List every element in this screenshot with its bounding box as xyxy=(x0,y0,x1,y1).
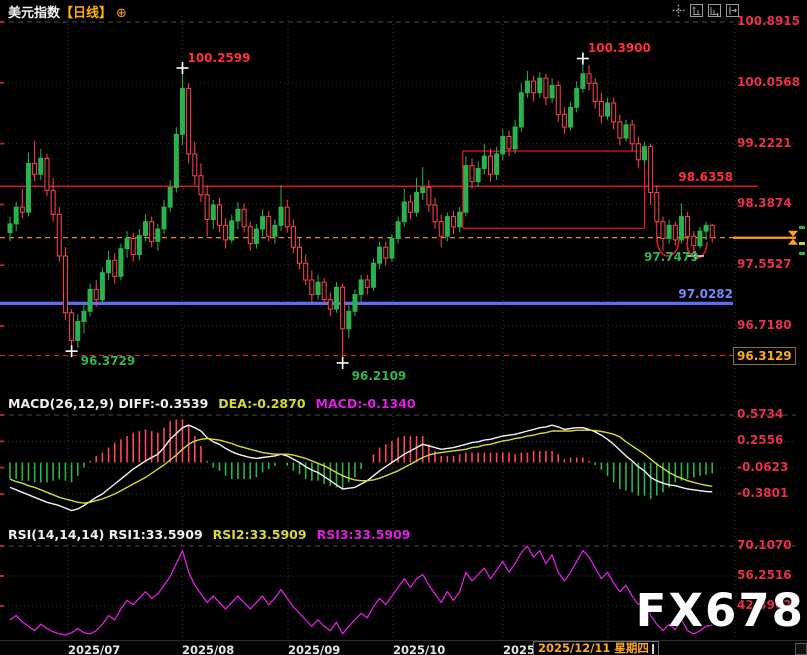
price-axis-label: 100.8915 xyxy=(737,15,800,27)
price-axis-label: 96.7180 xyxy=(737,319,792,331)
price-label-high-nov: 100.3900 xyxy=(588,42,651,54)
macd-axis-label: -0.0623 xyxy=(737,461,788,473)
chart-window: { "header": { "title": "美元指数", "period":… xyxy=(0,0,807,655)
time-axis-label: 2025/09 xyxy=(288,643,340,655)
macd-dea-value: DEA:-0.2870 xyxy=(218,396,305,411)
symbol-title: 美元指数 xyxy=(8,6,60,21)
chart-toolbar xyxy=(671,3,739,17)
go-to-latest-icon[interactable] xyxy=(725,3,739,17)
rsi-axis-label: 70.1070 xyxy=(737,539,792,551)
price-axis-label: 97.5527 xyxy=(737,258,792,270)
move-tool-icon[interactable] xyxy=(671,3,685,17)
rsi2-value: RSI2:33.5909 xyxy=(213,527,307,542)
macd-axis-label: 0.5734 xyxy=(737,408,783,420)
price-label-high-aug: 100.2599 xyxy=(187,52,250,64)
macd-header: MACD(26,12,9) DIFF:-0.3539 DEA:-0.2870 MAC… xyxy=(8,396,416,411)
fx678-watermark: FX678 xyxy=(636,584,805,637)
macd-axis-label: 0.2556 xyxy=(737,434,783,446)
rsi1-value: RSI(14,14,14) RSI1:33.5909 xyxy=(8,527,203,542)
level-label-resistance-line: 98.6358 xyxy=(678,171,733,183)
period-tag: 【日线】 xyxy=(60,6,112,21)
macd-diff-value: MACD(26,12,9) DIFF:-0.3539 xyxy=(8,396,208,411)
axis-label-lower-dashed-line: 96.3129 xyxy=(733,347,796,365)
scale-price-axis-icon[interactable] xyxy=(689,3,703,17)
date-cursor xyxy=(652,644,654,654)
macd-axis-label: -0.3801 xyxy=(737,487,788,499)
macd-hist-value: MACD:-0.1340 xyxy=(316,396,416,411)
time-axis-label: 2025/10 xyxy=(393,643,445,655)
rsi-axis-label: 56.2516 xyxy=(737,569,792,581)
rsi3-value: RSI3:33.5909 xyxy=(317,527,411,542)
candlestick-chart[interactable] xyxy=(0,0,807,655)
price-label-low-sep: 96.2109 xyxy=(352,370,407,382)
price-axis-label: 99.2221 xyxy=(737,137,792,149)
add-indicator-icon[interactable]: ⊕ xyxy=(116,6,127,21)
price-axis-label: 98.3874 xyxy=(737,197,792,209)
scale-time-axis-icon[interactable] xyxy=(707,3,721,17)
time-axis[interactable]: 2025/12/11 星期四 2025/07 2025/08 2025/09 2025… xyxy=(0,640,807,655)
rsi-header: RSI(14,14,14) RSI1:33.5909 RSI2:33.5909 RS… xyxy=(8,527,411,542)
level-label-support-line: 97.0282 xyxy=(678,288,733,300)
chart-header: 美元指数【日线】 ⊕ xyxy=(8,2,127,21)
time-axis-label: 2025/08 xyxy=(182,643,234,655)
price-axis-label: 100.0568 xyxy=(737,76,800,88)
price-label-low-dec: 97.7479 xyxy=(644,251,699,263)
crosshair-date-box: 2025/12/11 星期四 xyxy=(533,641,659,655)
time-axis-label: 2025/07 xyxy=(68,643,120,655)
price-label-low-jul: 96.3729 xyxy=(81,355,136,367)
time-axis-settings-icon[interactable] xyxy=(795,643,807,655)
